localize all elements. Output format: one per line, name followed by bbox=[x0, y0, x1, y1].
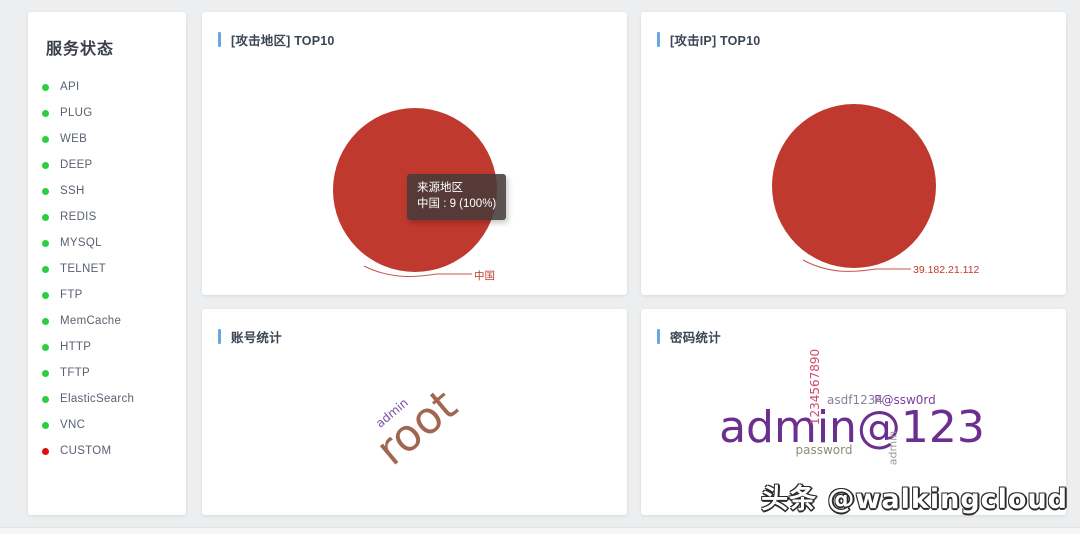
status-dot-icon bbox=[42, 317, 49, 325]
tooltip-value: 中国 : 9 (100%) bbox=[417, 198, 497, 210]
service-item-api[interactable]: API bbox=[28, 74, 186, 100]
service-item-mysql[interactable]: MYSQL bbox=[28, 230, 186, 256]
status-dot-icon bbox=[42, 239, 49, 247]
service-status-panel: 服务状态 API PLUG WEB DEEP SSH REDIS MYSQL TELNET FT… bbox=[28, 12, 186, 515]
wordcloud-word[interactable]: password bbox=[796, 444, 853, 456]
bottom-strip bbox=[0, 527, 1080, 534]
attack-region-chart[interactable]: 中国 来源地区 中国 : 9 (100%) bbox=[202, 12, 627, 295]
service-item-ftp[interactable]: FTP bbox=[28, 282, 186, 308]
status-dot-icon bbox=[42, 395, 49, 403]
status-dot-icon bbox=[42, 213, 49, 221]
service-item-vnc[interactable]: VNC bbox=[28, 412, 186, 438]
service-item-label: PLUG bbox=[60, 107, 93, 119]
service-item-label: MemCache bbox=[60, 315, 122, 327]
service-item-label: REDIS bbox=[60, 211, 97, 223]
watermark: 头条 @walkingcloud bbox=[761, 484, 1068, 515]
account-wordcloud[interactable]: root admin bbox=[202, 309, 627, 515]
service-item-deep[interactable]: DEEP bbox=[28, 152, 186, 178]
service-item-label: WEB bbox=[60, 133, 88, 145]
tooltip-title: 来源地区 bbox=[417, 182, 463, 194]
status-dot-icon bbox=[42, 421, 49, 429]
service-item-tftp[interactable]: TFTP bbox=[28, 360, 186, 386]
wordcloud-word[interactable]: asdf1234 bbox=[827, 394, 883, 406]
status-dot-icon bbox=[42, 187, 49, 195]
pie-tooltip: 来源地区 中国 : 9 (100%) bbox=[407, 174, 507, 220]
service-item-plug[interactable]: PLUG bbox=[28, 100, 186, 126]
service-item-ssh[interactable]: SSH bbox=[28, 178, 186, 204]
pie-label-ip: 39.182.21.112 bbox=[913, 264, 980, 276]
pie-slice-ip[interactable] bbox=[772, 104, 936, 268]
service-status-list: API PLUG WEB DEEP SSH REDIS MYSQL TELNET FTP MemC… bbox=[28, 74, 186, 464]
status-dot-icon bbox=[42, 83, 49, 91]
wordcloud-word[interactable]: admin bbox=[887, 431, 900, 465]
pie-label-china: 中国 bbox=[474, 270, 495, 282]
status-dot-icon bbox=[42, 265, 49, 273]
service-item-label: TELNET bbox=[60, 263, 106, 275]
service-item-custom[interactable]: CUSTOM bbox=[28, 438, 186, 464]
wordcloud-word[interactable]: P@ssw0rd bbox=[874, 394, 936, 406]
dashboard-page: 服务状态 API PLUG WEB DEEP SSH REDIS MYSQL TELNET FT… bbox=[0, 0, 1080, 534]
service-item-web[interactable]: WEB bbox=[28, 126, 186, 152]
wordcloud-word[interactable]: 1234567890 bbox=[808, 349, 822, 425]
attack-ip-card: [攻击IP] TOP10 39.182.21.112 bbox=[641, 12, 1066, 295]
status-dot-icon bbox=[42, 343, 49, 351]
attack-region-card: [攻击地区] TOP10 中国 来源地区 中国 : 9 (100%) bbox=[202, 12, 627, 295]
status-dot-icon bbox=[42, 291, 49, 299]
service-item-redis[interactable]: REDIS bbox=[28, 204, 186, 230]
status-dot-icon bbox=[42, 161, 49, 169]
service-item-telnet[interactable]: TELNET bbox=[28, 256, 186, 282]
service-item-label: API bbox=[60, 81, 80, 93]
service-item-label: CUSTOM bbox=[60, 445, 112, 457]
service-item-label: FTP bbox=[60, 289, 83, 301]
attack-ip-chart[interactable]: 39.182.21.112 bbox=[641, 12, 1066, 295]
service-item-elasticsearch[interactable]: ElasticSearch bbox=[28, 386, 186, 412]
service-item-label: MYSQL bbox=[60, 237, 102, 249]
account-stats-card: 账号统计 root admin bbox=[202, 309, 627, 515]
service-item-http[interactable]: HTTP bbox=[28, 334, 186, 360]
service-item-label: DEEP bbox=[60, 159, 93, 171]
service-item-label: ElasticSearch bbox=[60, 393, 135, 405]
service-item-label: VNC bbox=[60, 419, 86, 431]
service-item-memcache[interactable]: MemCache bbox=[28, 308, 186, 334]
status-dot-icon bbox=[42, 447, 49, 455]
status-dot-icon bbox=[42, 109, 49, 117]
service-item-label: TFTP bbox=[60, 367, 90, 379]
status-dot-icon bbox=[42, 369, 49, 377]
service-item-label: HTTP bbox=[60, 341, 92, 353]
service-item-label: SSH bbox=[60, 185, 85, 197]
status-dot-icon bbox=[42, 135, 49, 143]
sidebar-title: 服务状态 bbox=[46, 41, 115, 58]
